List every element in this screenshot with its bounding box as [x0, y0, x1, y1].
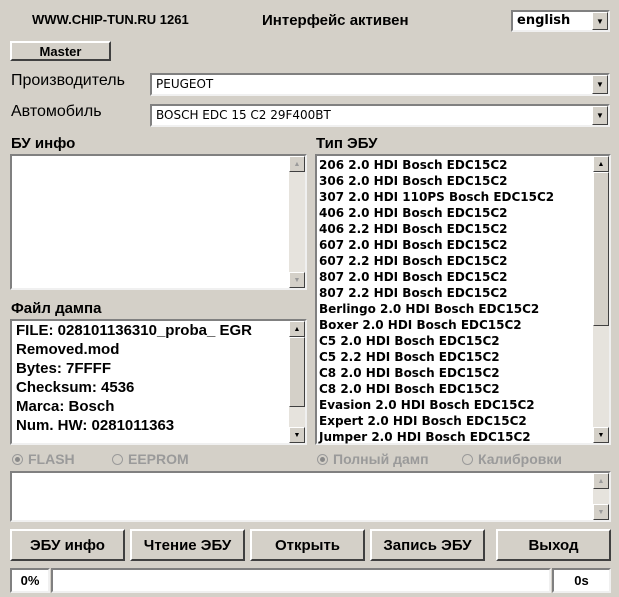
list-item[interactable]: 307 2.0 HDI 110PS Bosch EDC15C2	[317, 189, 609, 205]
list-item[interactable]: 807 2.2 HDI Bosch EDC15C2	[317, 285, 609, 301]
dump-file-label: Файл дампа	[11, 300, 102, 317]
list-item[interactable]: 406 2.0 HDI Bosch EDC15C2	[317, 205, 609, 221]
radio-flash-label: FLASH	[28, 451, 75, 467]
scroll-down-icon[interactable]: ▼	[593, 504, 609, 520]
read-ecu-button[interactable]: Чтение ЭБУ	[130, 529, 245, 561]
list-item[interactable]: 406 2.2 HDI Bosch EDC15C2	[317, 221, 609, 237]
elapsed-time: 0s	[552, 568, 611, 593]
manufacturer-select[interactable]: PEUGEOT ▼	[150, 73, 610, 96]
radio-full-dump[interactable]: Полный дамп	[317, 451, 429, 467]
dump-line: Num. HW: 0281011363	[16, 417, 175, 434]
radio-calibrations[interactable]: Калибровки	[462, 451, 562, 467]
log-box[interactable]: ▲ ▼	[10, 471, 611, 522]
list-item[interactable]: C8 2.0 HDI Bosch EDC15C2	[317, 365, 609, 381]
language-select[interactable]: english ▼	[511, 10, 610, 32]
list-item[interactable]: 206 2.0 HDI Bosch EDC15C2	[317, 157, 609, 173]
list-item[interactable]: 607 2.0 HDI Bosch EDC15C2	[317, 237, 609, 253]
list-item[interactable]: Jumper 2.0 HDI Bosch EDC15C2	[317, 429, 609, 445]
dump-scrollbar[interactable]: ▲ ▼	[289, 321, 305, 443]
radio-full-dump-label: Полный дамп	[333, 451, 429, 467]
scroll-thumb[interactable]	[289, 337, 305, 407]
list-item[interactable]: C5 2.0 HDI Bosch EDC15C2	[317, 333, 609, 349]
list-item[interactable]: 807 2.0 HDI Bosch EDC15C2	[317, 269, 609, 285]
ecu-info-box[interactable]: ▲ ▼	[10, 154, 307, 290]
list-item[interactable]: Berlingo 2.0 HDI Bosch EDC15C2	[317, 301, 609, 317]
ecu-type-label: Тип ЭБУ	[316, 135, 378, 152]
dump-line: FILE: 028101136310_proba_ EGR	[16, 322, 252, 339]
list-item[interactable]: Evasion 2.0 HDI Bosch EDC15C2	[317, 397, 609, 413]
list-item[interactable]: Expert 2.0 HDI Bosch EDC15C2	[317, 413, 609, 429]
site-title: WWW.CHIP-TUN.RU 1261	[32, 12, 189, 27]
radio-eeprom-label: EEPROM	[128, 451, 189, 467]
dump-line: Checksum: 4536	[16, 379, 135, 396]
car-label: Автомобиль	[11, 103, 102, 120]
scroll-up-icon[interactable]: ▲	[593, 473, 609, 489]
radio-dot-icon	[112, 453, 123, 465]
radio-dot-icon	[12, 453, 23, 465]
scroll-down-icon[interactable]: ▼	[289, 272, 305, 288]
write-ecu-button[interactable]: Запись ЭБУ	[370, 529, 485, 561]
log-scrollbar[interactable]: ▲ ▼	[593, 473, 609, 520]
progress-bar	[51, 568, 551, 593]
car-value: BOSCH EDC 15 C2 29F400BT	[156, 108, 331, 122]
manufacturer-label: Производитель	[11, 72, 125, 89]
scroll-thumb[interactable]	[593, 172, 609, 326]
list-item[interactable]: 607 2.2 HDI Bosch EDC15C2	[317, 253, 609, 269]
list-item[interactable]: C5 2.2 HDI Bosch EDC15C2	[317, 349, 609, 365]
list-item[interactable]: Boxer 2.0 HDI Bosch EDC15C2	[317, 317, 609, 333]
chevron-down-icon[interactable]: ▼	[592, 12, 608, 30]
dump-line: Marca: Bosch	[16, 398, 115, 415]
dump-file-box[interactable]: FILE: 028101136310_proba_ EGR Removed.mod…	[10, 319, 307, 445]
scroll-up-icon[interactable]: ▲	[593, 156, 609, 172]
scroll-down-icon[interactable]: ▼	[289, 427, 305, 443]
car-select[interactable]: BOSCH EDC 15 C2 29F400BT ▼	[150, 104, 610, 127]
ecu-type-scrollbar[interactable]: ▲ ▼	[593, 156, 609, 443]
radio-dot-icon	[317, 453, 328, 465]
scroll-up-icon[interactable]: ▲	[289, 321, 305, 337]
ecu-type-list[interactable]: 206 2.0 HDI Bosch EDC15C2 306 2.0 HDI Bos…	[315, 154, 611, 445]
scroll-up-icon[interactable]: ▲	[289, 156, 305, 172]
chevron-down-icon[interactable]: ▼	[592, 106, 608, 125]
ecu-info-button[interactable]: ЭБУ инфо	[10, 529, 125, 561]
radio-flash[interactable]: FLASH	[12, 451, 75, 467]
interface-status: Интерфейс активен	[262, 12, 409, 29]
list-item[interactable]: 306 2.0 HDI Bosch EDC15C2	[317, 173, 609, 189]
scroll-down-icon[interactable]: ▼	[593, 427, 609, 443]
manufacturer-value: PEUGEOT	[156, 77, 214, 91]
radio-dot-icon	[462, 453, 473, 465]
radio-calibrations-label: Калибровки	[478, 451, 562, 467]
open-button[interactable]: Открыть	[250, 529, 365, 561]
dump-line: Bytes: 7FFFF	[16, 360, 112, 377]
dump-line: Removed.mod	[16, 341, 120, 358]
list-item[interactable]: C8 2.0 HDI Bosch EDC15C2	[317, 381, 609, 397]
chevron-down-icon[interactable]: ▼	[592, 75, 608, 94]
ecu-info-label: БУ инфо	[11, 135, 76, 152]
radio-eeprom[interactable]: EEPROM	[112, 451, 189, 467]
ecu-info-scrollbar[interactable]: ▲ ▼	[289, 156, 305, 288]
exit-button[interactable]: Выход	[496, 529, 611, 561]
master-button[interactable]: Master	[10, 41, 111, 61]
progress-percent: 0%	[10, 568, 50, 593]
